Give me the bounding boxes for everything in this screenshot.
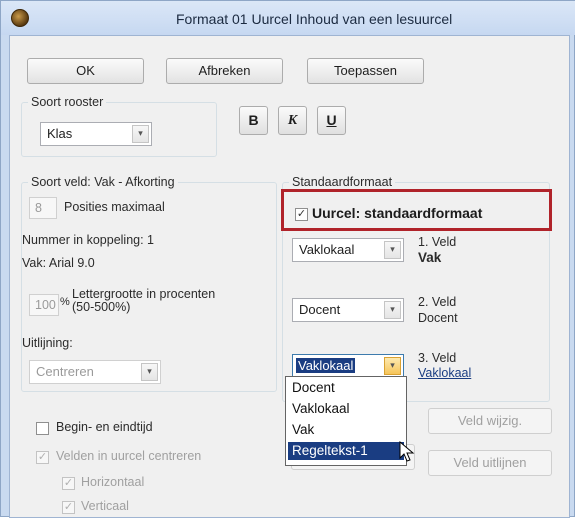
cancel-button[interactable]: Afbreken: [166, 58, 283, 84]
uitlijning-select[interactable]: Centreren ▾: [29, 360, 161, 384]
chevron-down-icon[interactable]: ▾: [132, 125, 149, 143]
uitlijning-value: Centreren: [36, 364, 94, 379]
veld-uitlijnen-button[interactable]: Veld uitlijnen: [428, 450, 552, 476]
lettergrootte-label-2: (50-500%): [72, 300, 131, 314]
posities-input[interactable]: 8: [29, 197, 57, 219]
veld-2-value: Docent: [418, 311, 458, 325]
nummer-koppeling-label: Nummer in koppeling: 1: [22, 233, 155, 247]
soort-rooster-group: Soort rooster Klas ▾: [21, 95, 217, 157]
horizontaal-label: Horizontaal: [81, 475, 145, 489]
underline-button[interactable]: U: [317, 106, 346, 135]
lettergrootte-input[interactable]: 100: [29, 294, 59, 316]
bold-button[interactable]: B: [239, 106, 268, 135]
vak-font-label: Vak: Arial 9.0: [22, 256, 95, 270]
apply-button[interactable]: Toepassen: [307, 58, 424, 84]
begin-eind-label: Begin- en eindtijd: [56, 420, 153, 434]
veld-2-label: 2. Veld: [418, 295, 457, 309]
soort-rooster-select[interactable]: Klas ▾: [40, 122, 152, 146]
veld-3-select[interactable]: Vaklokaal ▾: [292, 354, 404, 378]
standaardformaat-legend: Standaardformaat: [289, 175, 396, 189]
chevron-down-icon[interactable]: ▾: [141, 363, 158, 381]
clock-icon: [11, 9, 29, 27]
chevron-down-icon[interactable]: ▾: [384, 357, 401, 375]
highlight-box: [281, 189, 552, 231]
soort-veld-group: Soort veld: Vak - Afkorting 8 Posities m…: [21, 175, 277, 392]
chevron-down-icon[interactable]: ▾: [384, 241, 401, 259]
verticaal-label: Verticaal: [81, 499, 129, 513]
percent-label: %: [60, 296, 70, 308]
veld-3-value[interactable]: Vaklokaal: [418, 366, 471, 380]
veld-1-combo-value: Vaklokaal: [299, 242, 355, 257]
veld-3-label: 3. Veld: [418, 351, 457, 365]
dropdown-item-vaklokaal[interactable]: Vaklokaal: [288, 400, 404, 418]
veld-1-label: 1. Veld: [418, 235, 457, 249]
veld-1-value: Vak: [418, 250, 442, 265]
veld-3-combo-value: Vaklokaal: [296, 358, 356, 373]
veld-2-select[interactable]: Docent ▾: [292, 298, 404, 322]
dropdown-item-vak[interactable]: Vak: [288, 421, 404, 439]
ok-button[interactable]: OK: [27, 58, 144, 84]
veld-wijzig-button[interactable]: Veld wijzig.: [428, 408, 552, 434]
title-bar[interactable]: Formaat 01 Uurcel Inhoud van een lesuurc…: [1, 1, 575, 35]
verticaal-checkbox[interactable]: ✓: [62, 501, 75, 514]
velden-centreren-checkbox[interactable]: ✓: [36, 451, 49, 464]
dialog-window: Formaat 01 Uurcel Inhoud van een lesuurc…: [0, 0, 575, 518]
veld-2-combo-value: Docent: [299, 302, 341, 317]
mouse-cursor-icon: [399, 441, 415, 462]
velden-centreren-label: Velden in uurcel centreren: [56, 449, 202, 463]
dropdown-item-regeltekst[interactable]: Regeltekst-1: [288, 442, 404, 460]
soort-veld-legend: Soort veld: Vak - Afkorting: [28, 175, 178, 189]
italic-button[interactable]: K: [278, 106, 307, 135]
soort-rooster-legend: Soort rooster: [28, 95, 107, 109]
soort-rooster-value: Klas: [47, 126, 73, 141]
posities-label: Posities maximaal: [64, 200, 165, 214]
uitlijning-label: Uitlijning:: [22, 336, 73, 350]
veld-1-select[interactable]: Vaklokaal ▾: [292, 238, 404, 262]
begin-eind-checkbox[interactable]: [36, 422, 49, 435]
window-title: Formaat 01 Uurcel Inhoud van een lesuurc…: [176, 11, 453, 27]
chevron-down-icon[interactable]: ▾: [384, 301, 401, 319]
horizontaal-checkbox[interactable]: ✓: [62, 477, 75, 490]
veld-3-dropdown-list: Docent Vaklokaal Vak Regeltekst-1: [285, 376, 407, 466]
dropdown-item-docent[interactable]: Docent: [288, 379, 404, 397]
